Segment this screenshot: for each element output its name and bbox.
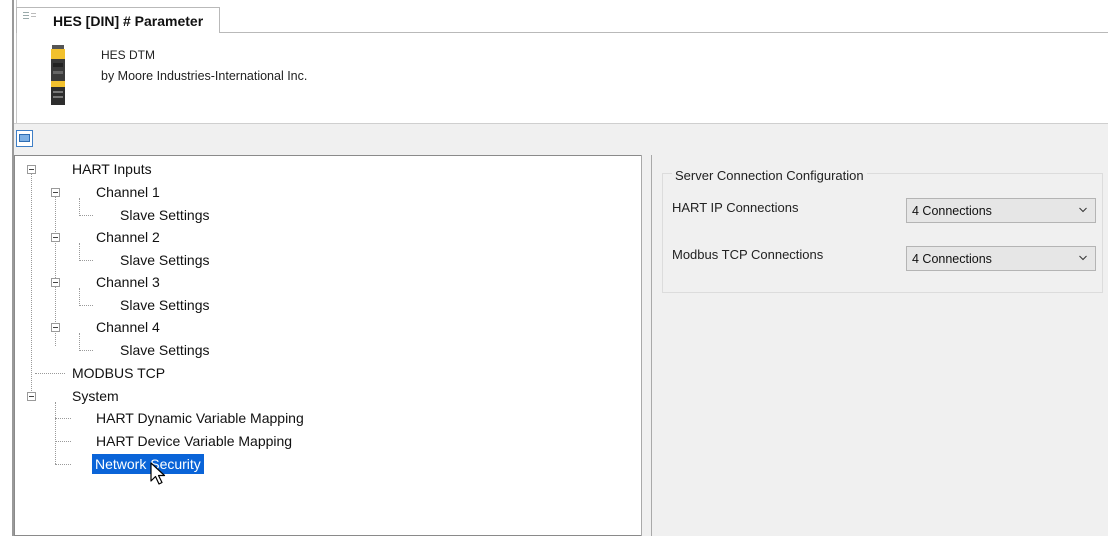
collapse-toggle-icon[interactable] bbox=[51, 188, 60, 197]
tree-guide-line bbox=[79, 243, 80, 261]
tree-guide-line bbox=[79, 333, 80, 351]
tree-item-channel-2-slave-settings[interactable]: Slave Settings bbox=[117, 250, 213, 270]
tree-item-channel-3-slave-settings[interactable]: Slave Settings bbox=[117, 295, 213, 315]
navigation-tree[interactable]: HART Inputs Channel 1 Slave Settings Cha… bbox=[14, 155, 650, 536]
tree-guide-line bbox=[79, 288, 80, 306]
device-vendor: by Moore Industries-International Inc. bbox=[101, 69, 308, 83]
tree-guide-line bbox=[55, 418, 71, 419]
tree-item-hart-inputs[interactable]: HART Inputs bbox=[69, 159, 155, 179]
server-connection-group bbox=[662, 173, 1103, 293]
tree-item-system[interactable]: System bbox=[69, 386, 122, 406]
device-module-icon bbox=[51, 45, 65, 105]
modbus-tcp-connections-label: Modbus TCP Connections bbox=[672, 247, 824, 262]
collapse-toggle-icon[interactable] bbox=[51, 278, 60, 287]
parameter-panel: Server Connection Configuration HART IP … bbox=[652, 155, 1108, 536]
collapse-toggle-icon[interactable] bbox=[51, 323, 60, 332]
tree-guide-line bbox=[35, 373, 65, 374]
window-view-icon bbox=[19, 134, 30, 142]
hart-ip-connections-select[interactable]: 4 Connections bbox=[906, 198, 1096, 223]
tree-guide-line bbox=[79, 350, 93, 351]
tree-item-channel-4[interactable]: Channel 4 bbox=[93, 317, 163, 337]
hart-ip-connections-label: HART IP Connections bbox=[672, 200, 799, 215]
collapse-toggle-icon[interactable] bbox=[27, 165, 36, 174]
collapse-toggle-icon[interactable] bbox=[51, 233, 60, 242]
tree-item-network-security[interactable]: Network Security bbox=[92, 454, 204, 474]
tree-item-channel-1[interactable]: Channel 1 bbox=[93, 182, 163, 202]
tree-guide-line bbox=[55, 441, 71, 442]
tree-guide-line bbox=[55, 402, 56, 464]
device-name: HES DTM bbox=[101, 48, 155, 62]
tree-item-hart-dynamic-variable-mapping[interactable]: HART Dynamic Variable Mapping bbox=[93, 408, 307, 428]
chevron-down-icon bbox=[1079, 255, 1087, 261]
tree-guide-line bbox=[79, 215, 93, 216]
modbus-tcp-connections-value: 4 Connections bbox=[912, 252, 992, 266]
tree-item-channel-1-slave-settings[interactable]: Slave Settings bbox=[117, 205, 213, 225]
tree-guide-line bbox=[79, 260, 93, 261]
tree-item-hart-device-variable-mapping[interactable]: HART Device Variable Mapping bbox=[93, 431, 295, 451]
tree-guide-line bbox=[55, 464, 71, 465]
tree-item-channel-2[interactable]: Channel 2 bbox=[93, 227, 163, 247]
tree-guide-line bbox=[79, 305, 93, 306]
tree-item-channel-4-slave-settings[interactable]: Slave Settings bbox=[117, 340, 213, 360]
toolbar bbox=[14, 123, 1108, 155]
mouse-pointer-icon bbox=[150, 462, 166, 485]
tree-guide-line bbox=[31, 174, 32, 401]
collapse-toggle-icon[interactable] bbox=[27, 392, 36, 401]
document-tab[interactable]: HES [DIN] # Parameter bbox=[16, 7, 220, 33]
modbus-tcp-connections-select[interactable]: 4 Connections bbox=[906, 246, 1096, 271]
tree-guide-line bbox=[79, 198, 80, 216]
window-view-button[interactable] bbox=[16, 130, 33, 147]
tree-item-channel-3[interactable]: Channel 3 bbox=[93, 272, 163, 292]
document-tab-title: HES [DIN] # Parameter bbox=[53, 13, 204, 29]
chevron-down-icon bbox=[1079, 207, 1087, 213]
hart-ip-connections-value: 4 Connections bbox=[912, 204, 992, 218]
group-title: Server Connection Configuration bbox=[672, 168, 867, 183]
dtm-tab-icon bbox=[23, 12, 36, 19]
pane-splitter[interactable] bbox=[641, 155, 652, 536]
tree-item-modbus-tcp[interactable]: MODBUS TCP bbox=[69, 363, 168, 383]
device-header: HES DTM by Moore Industries-Internationa… bbox=[17, 33, 1108, 123]
